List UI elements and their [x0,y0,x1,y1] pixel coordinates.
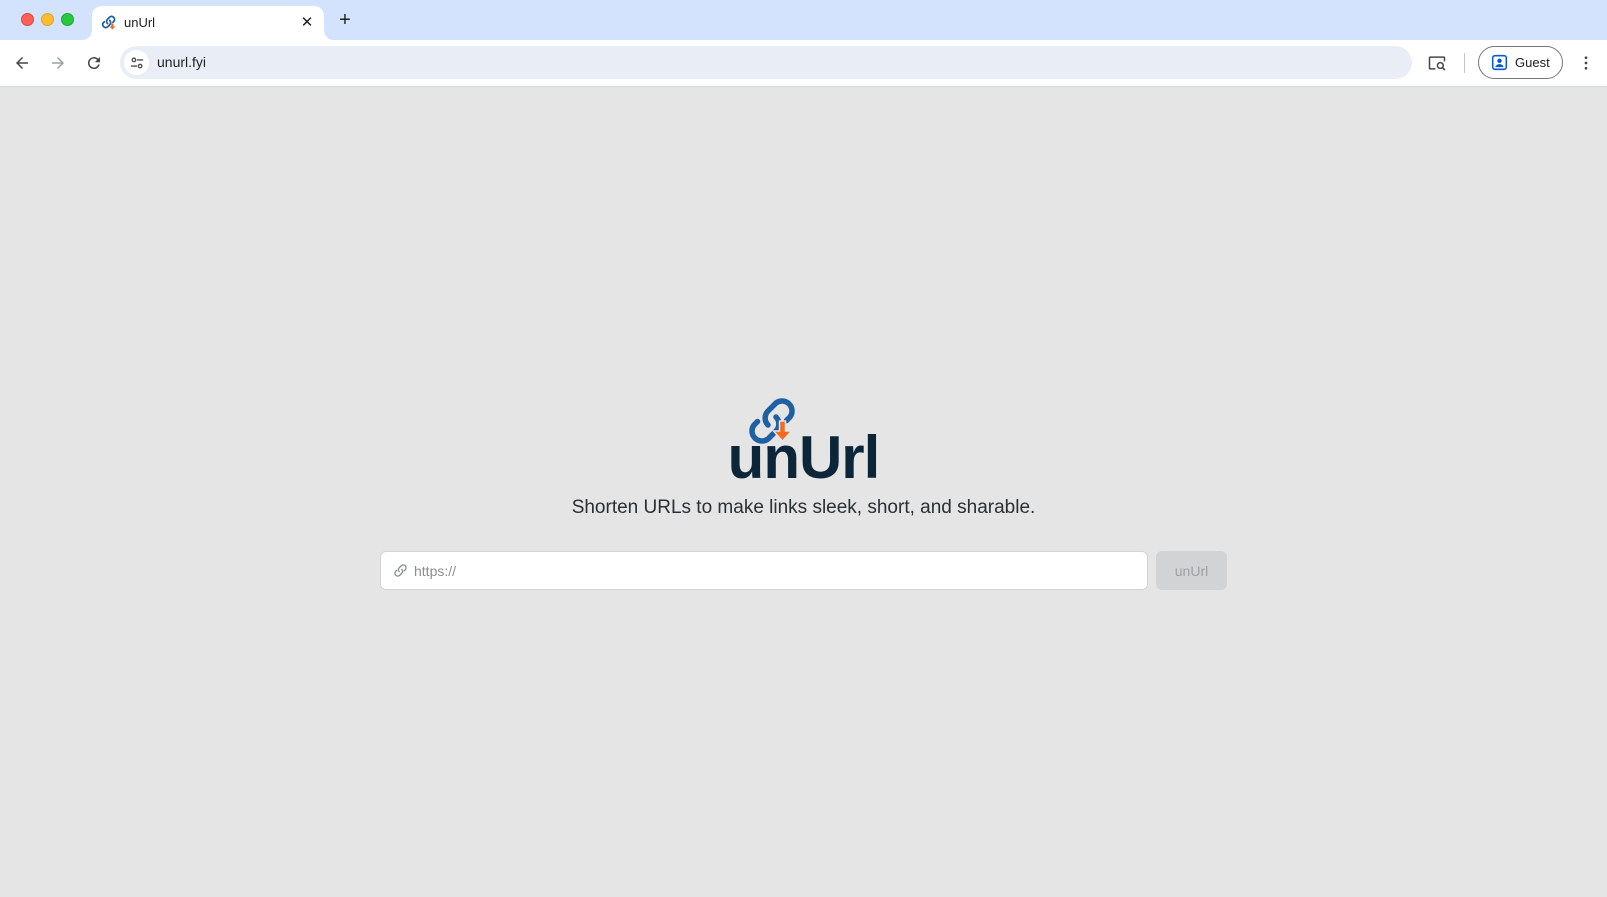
tagline: Shorten URLs to make links sleek, short,… [571,497,1036,518]
address-url[interactable]: unurl.fyi [157,54,206,70]
forward-icon [52,57,64,69]
guest-profile-icon [1491,54,1508,71]
unurl-submit-button[interactable]: unUrl [1156,551,1227,590]
address-bar[interactable]: unurl.fyi [120,46,1412,79]
link-icon [394,564,407,577]
forward-button[interactable] [45,50,71,76]
back-icon [16,57,28,69]
maximize-window-button[interactable] [61,13,74,26]
browser-menu-button[interactable] [1574,51,1598,75]
guest-profile-button[interactable]: Guest [1478,46,1563,79]
minimize-window-button[interactable] [41,13,54,26]
unurl-favicon-icon [101,15,116,30]
site-info-button[interactable] [124,50,149,75]
reload-icon [87,57,100,70]
toolbar-divider [1464,53,1465,73]
tab-unurl[interactable]: unUrl ✕ [92,6,324,40]
url-field [380,551,1148,590]
browser-toolbar: unurl.fyi Guest [0,40,1607,87]
kebab-menu-icon [1584,56,1588,70]
brand-title: unUrl [727,424,881,491]
back-button[interactable] [9,50,35,76]
new-tab-button[interactable]: + [334,9,356,31]
lens-search-icon [1428,56,1446,71]
tab-strip: unUrl ✕ + [0,0,1607,40]
tab-close-icon[interactable]: ✕ [298,13,316,31]
lens-search-button[interactable] [1425,51,1449,75]
guest-label: Guest [1515,55,1550,70]
site-info-icon [130,57,143,68]
tab-title: unUrl [124,15,156,30]
reload-button[interactable] [81,50,107,76]
url-input[interactable] [414,552,1139,589]
close-window-button[interactable] [21,13,34,26]
page-content: unUrl Shorten URLs to make links sleek, … [0,87,1607,897]
